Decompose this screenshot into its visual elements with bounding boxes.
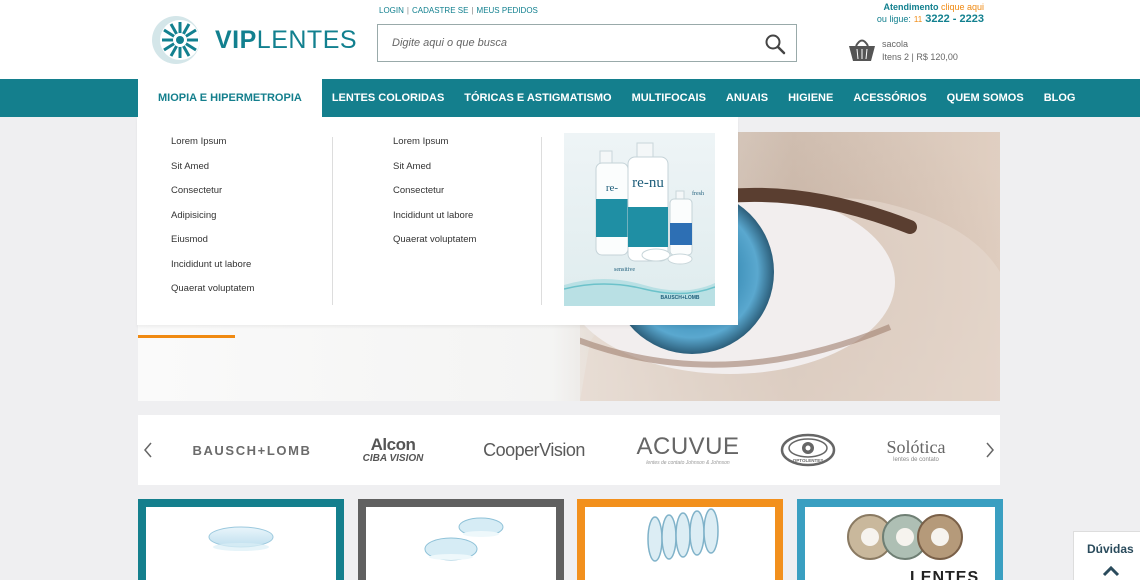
search-icon[interactable] — [764, 33, 786, 55]
menu-link[interactable]: Eiusmod — [171, 234, 254, 259]
menu-link[interactable]: Sit Amed — [171, 161, 254, 186]
site-header: VIPLENTES LOGIN | CADASTRE SE | MEUS PEDIDOS… — [0, 0, 1140, 79]
menu-link[interactable]: Adipisicing — [171, 210, 254, 235]
nav-item-quem-somos[interactable]: QUEM SOMOS — [937, 79, 1034, 117]
nav-item-multifocais[interactable]: MULTIFOCAIS — [622, 79, 716, 117]
cart-summary: Itens 2 | R$ 120,00 — [882, 52, 958, 62]
separator: | — [471, 6, 474, 15]
menu-link[interactable]: Incididunt ut labore — [171, 259, 254, 284]
brand-coopervision-text: CooperVision — [483, 439, 585, 460]
mega-menu: Lorem Ipsum Sit Amed Consectetur Adipisi… — [137, 117, 738, 325]
contact-lens-row-image — [647, 508, 719, 562]
brand-solotica-sub: lentes de contato — [893, 457, 939, 463]
nav-item-anuais[interactable]: ANUAIS — [716, 79, 778, 117]
signup-link[interactable]: CADASTRE SE — [412, 6, 468, 15]
service-link[interactable]: clique aqui — [941, 2, 984, 12]
basket-icon — [849, 39, 875, 61]
promo-sensitive-text: sensitive — [614, 267, 635, 273]
menu-link[interactable]: Lorem Ipsum — [393, 136, 476, 161]
help-label: Dúvidas — [1087, 542, 1134, 556]
brand-acuvue-sub: lentes de contato Johnson & Johnson — [646, 460, 730, 466]
menu-link[interactable]: Quaerat voluptatem — [393, 234, 476, 259]
cart-button[interactable]: sacola Itens 2 | R$ 120,00 — [847, 34, 967, 66]
cart-label: sacola — [882, 39, 909, 49]
menu-link[interactable]: Sit Amed — [393, 161, 476, 186]
nav-item-higiene[interactable]: HIGIENE — [778, 79, 843, 117]
separator: | — [406, 6, 409, 15]
category-card-miopia[interactable] — [138, 499, 344, 580]
brand-optolentes-text: OPTOLENTES — [793, 458, 823, 463]
logo-wordmark: VIPLENTES — [215, 26, 357, 55]
brand-bausch-lomb[interactable]: BAUSCH+LOMB — [192, 432, 312, 468]
brand-optolentes[interactable]: OPTOLENTES — [780, 432, 836, 468]
chevron-up-icon — [1102, 565, 1120, 577]
renu-product-image: re- re-nu fresh sensitive BAUSCH+LOMB — [563, 133, 716, 306]
logo-lentes: LENTES — [256, 25, 358, 54]
main-nav: MIOPIA E HIPERMETROPIA LENTES COLORIDAS … — [0, 79, 1140, 117]
brand-alcon-name: Alcon — [370, 435, 416, 454]
phone-number: 3222 - 2223 — [925, 13, 984, 25]
promo-fresh-text: fresh — [692, 190, 704, 197]
nav-item-acessorios[interactable]: ACESSÓRIOS — [843, 79, 936, 117]
search-box — [377, 24, 797, 62]
svg-text:re-: re- — [606, 182, 619, 194]
category-card-coloridas[interactable] — [358, 499, 564, 580]
promo-product-text: re-nu — [632, 175, 664, 191]
call-label: ou ligue: — [876, 14, 911, 24]
logo-vip: VIP — [215, 25, 257, 54]
brand-alcon-sub: CIBA VISION — [362, 453, 424, 464]
nav-item-toricas[interactable]: TÓRICAS E ASTIGMATISMO — [454, 79, 621, 117]
menu-link[interactable]: Lorem Ipsum — [171, 136, 254, 161]
optolentes-logo-icon: OPTOLENTES — [780, 433, 836, 467]
menu-promo-product[interactable]: re- re-nu fresh sensitive BAUSCH+LOMB — [563, 133, 716, 306]
logo[interactable]: VIPLENTES — [148, 14, 357, 66]
brands-carousel: BAUSCH+LOMB Alcon CIBA VISION CooperVisi… — [138, 415, 1000, 485]
menu-column-1: Lorem Ipsum Sit Amed Consectetur Adipisi… — [171, 136, 254, 308]
category-card-label: LENTES — [910, 569, 980, 580]
menu-link[interactable]: Consectetur — [393, 185, 476, 210]
contact-lens-pair-image — [424, 517, 504, 561]
login-link[interactable]: LOGIN — [379, 6, 404, 15]
menu-link[interactable]: Consectetur — [171, 185, 254, 210]
chevron-left-icon[interactable] — [141, 440, 155, 460]
brand-solotica-name: Solótica — [886, 437, 946, 457]
chevron-right-icon[interactable] — [983, 440, 997, 460]
nav-item-blog[interactable]: BLOG — [1034, 79, 1086, 117]
brand-solotica[interactable]: Solótica lentes de contato — [876, 432, 956, 468]
brand-acuvue[interactable]: ACUVUE lentes de contato Johnson & Johns… — [636, 432, 740, 468]
menu-column-2: Lorem Ipsum Sit Amed Consectetur Incidid… — [393, 136, 476, 259]
category-card-coloridas-lentes[interactable]: LENTES — [797, 499, 1003, 580]
contact-lens-image — [208, 526, 274, 551]
menu-divider — [541, 137, 542, 305]
orders-link[interactable]: MEUS PEDIDOS — [477, 6, 538, 15]
category-card-toricas[interactable] — [577, 499, 783, 580]
brand-coopervision[interactable]: CooperVision — [474, 432, 594, 468]
brand-alcon[interactable]: Alcon CIBA VISION — [348, 432, 438, 468]
brand-bausch-lomb-text: BAUSCH+LOMB — [192, 442, 312, 458]
menu-link[interactable]: Quaerat voluptatem — [171, 283, 254, 308]
promo-brand-text: BAUSCH+LOMB — [660, 295, 699, 301]
service-label: Atendimento — [883, 2, 939, 12]
menu-link[interactable]: Incididunt ut labore — [393, 210, 476, 235]
nav-item-miopia[interactable]: MIOPIA E HIPERMETROPIA — [138, 79, 322, 117]
account-links: LOGIN | CADASTRE SE | MEUS PEDIDOS — [379, 6, 538, 15]
phone-ddd: 11 — [913, 15, 923, 24]
customer-service: Atendimento clique aqui ou ligue: 11 322… — [877, 1, 984, 26]
help-tab[interactable]: Dúvidas — [1073, 531, 1140, 580]
menu-divider — [332, 137, 333, 305]
brand-acuvue-name: ACUVUE — [636, 433, 740, 460]
search-input[interactable] — [378, 25, 738, 61]
nav-item-coloridas[interactable]: LENTES COLORIDAS — [322, 79, 454, 117]
logo-iris-icon — [152, 16, 200, 64]
